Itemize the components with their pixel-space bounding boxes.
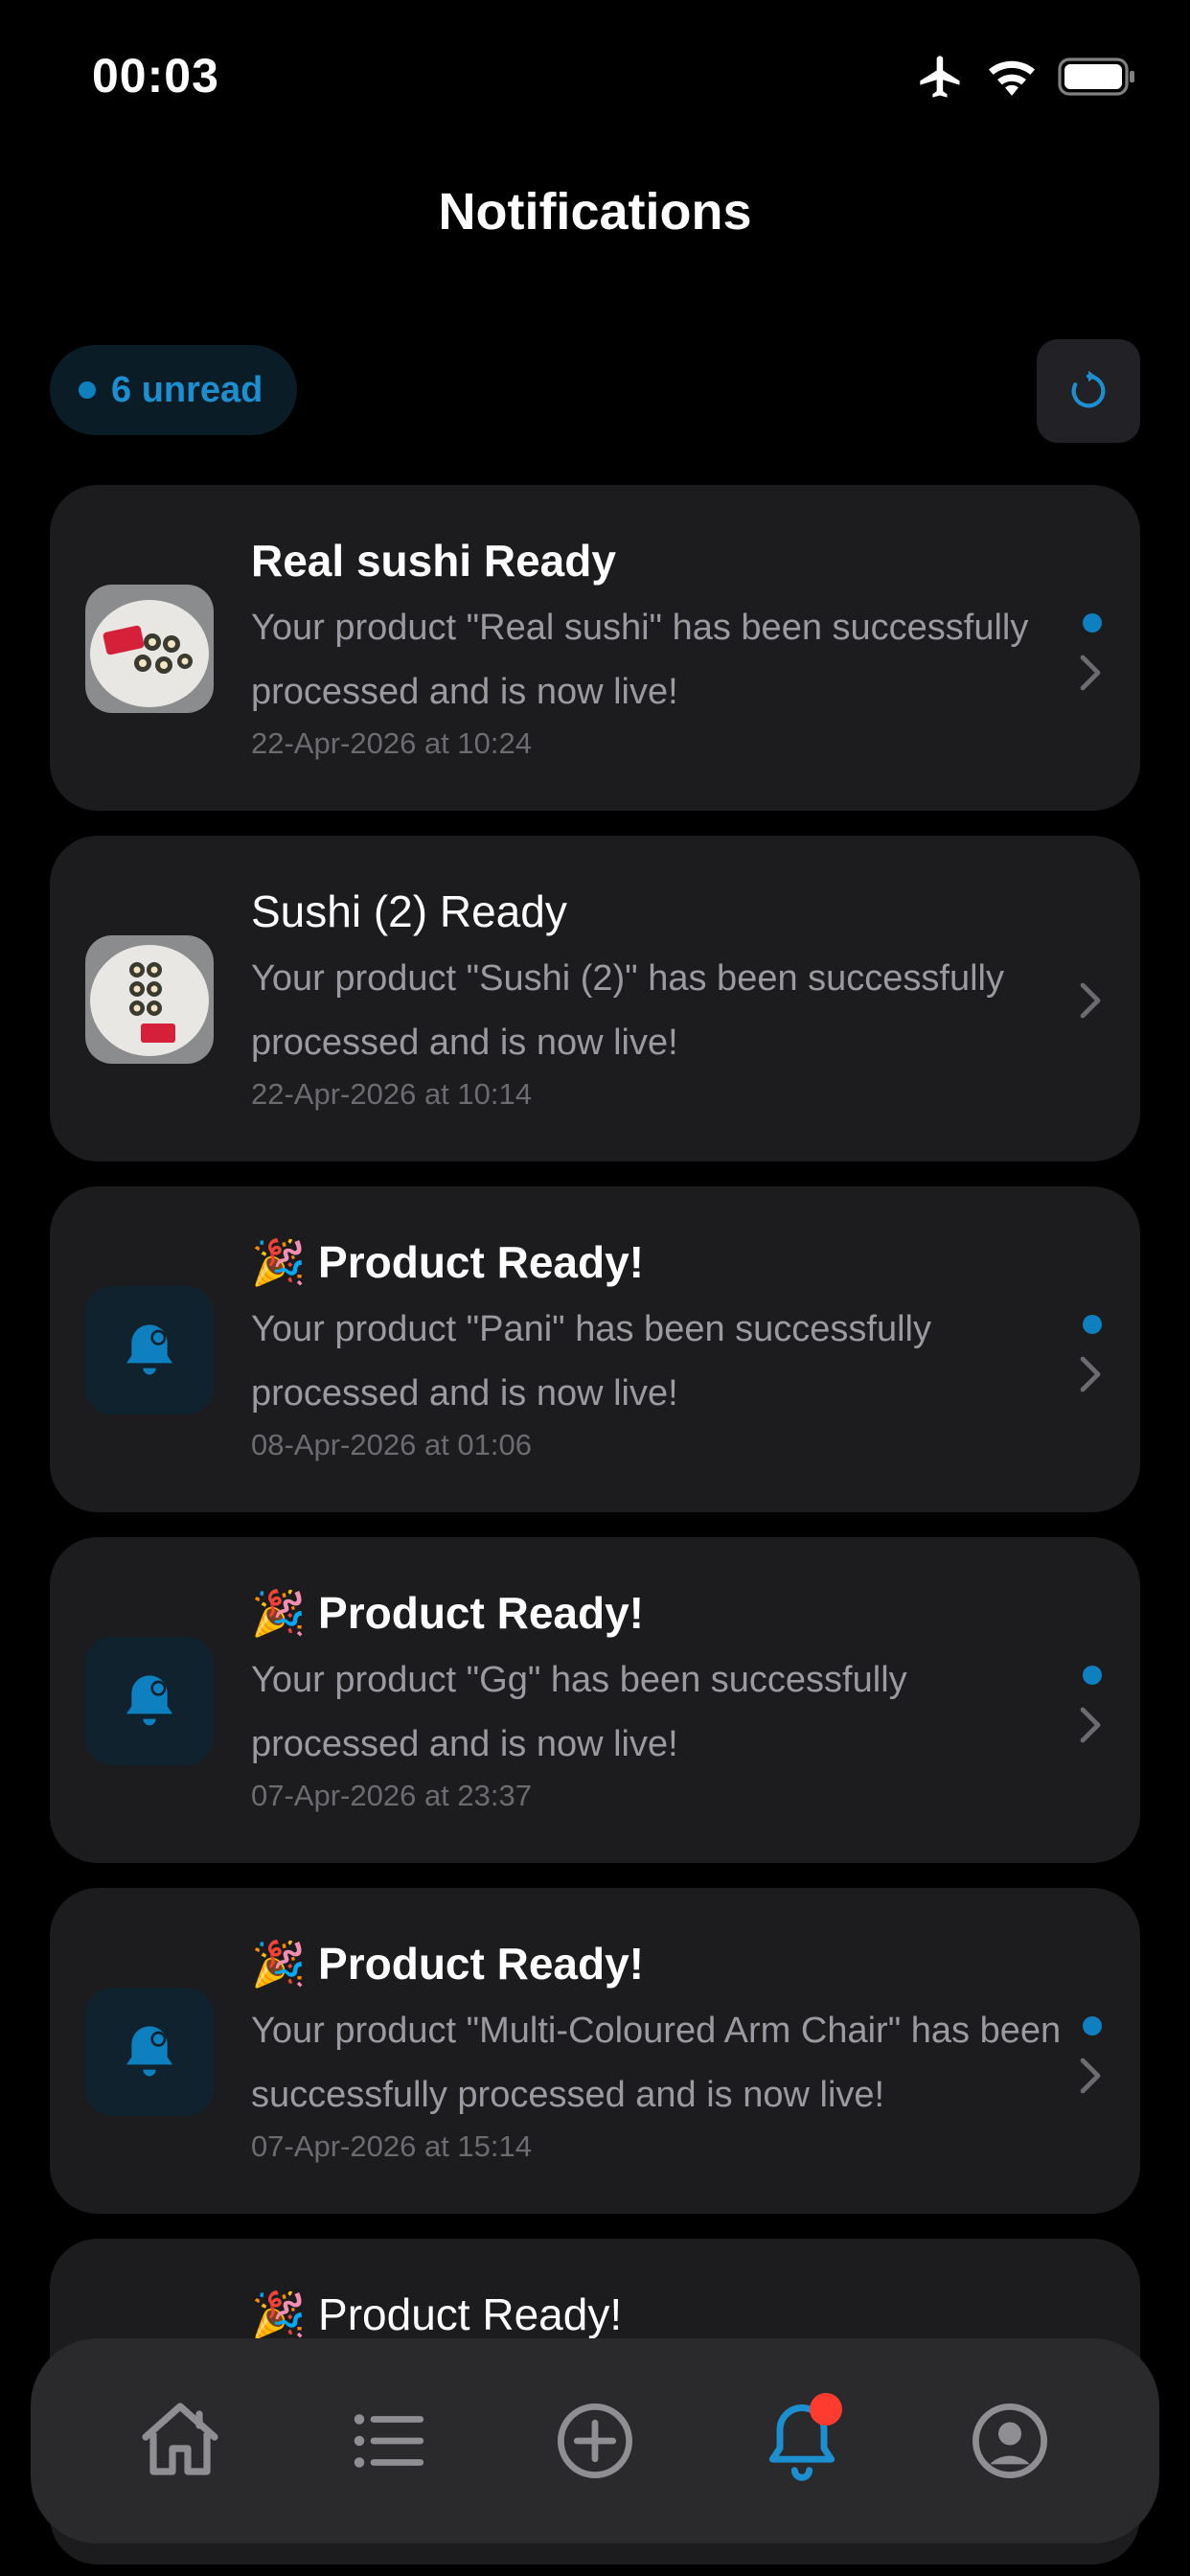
unread-count-label: 6 unread: [111, 369, 263, 410]
status-icons: [916, 48, 1136, 105]
notification-card[interactable]: Real sushi Ready Your product "Real sush…: [50, 485, 1140, 811]
chevron-right-icon: [1080, 982, 1101, 1019]
wifi-icon: [988, 60, 1036, 96]
home-icon: [142, 2403, 218, 2475]
notification-date: 22-Apr-2026 at 10:14: [251, 1077, 532, 1111]
chevron-right-icon: [1080, 655, 1101, 691]
airplane-icon: [920, 56, 960, 98]
refresh-button[interactable]: [1037, 339, 1140, 443]
notification-title: Real sushi Ready: [251, 536, 616, 586]
bell-icon: [126, 1324, 172, 1375]
product-thumbnail: [85, 585, 214, 713]
profile-icon: [972, 2404, 1047, 2478]
battery-icon: [1058, 58, 1134, 96]
unread-indicator: [1083, 2016, 1102, 2036]
chevron-right-icon: [1080, 1707, 1101, 1743]
status-time: 00:03: [92, 49, 219, 103]
bell-icon: [126, 2026, 172, 2077]
notification-type-icon: [85, 1286, 214, 1414]
tab-add[interactable]: [538, 2383, 652, 2498]
notification-date: 22-Apr-2026 at 10:24: [251, 726, 532, 760]
notification-body: Your product "Gg" has been successfully …: [251, 1660, 907, 1764]
notification-title: Sushi (2) Ready: [251, 886, 567, 936]
notification-date: 08-Apr-2026 at 01:06: [251, 1428, 532, 1461]
tab-notifications[interactable]: [744, 2383, 859, 2498]
tab-home[interactable]: [123, 2383, 238, 2498]
tab-profile[interactable]: [952, 2383, 1067, 2498]
notification-card[interactable]: 🎉 Product Ready! Your product "Pani" has…: [50, 1186, 1140, 1512]
bell-icon: [126, 1675, 172, 1726]
status-bar: 00:03: [0, 0, 1190, 153]
unread-count-badge: 6 unread: [50, 345, 298, 435]
notification-card[interactable]: Sushi (2) Ready Your product "Sushi (2)"…: [50, 836, 1140, 1162]
notification-title: 🎉 Product Ready!: [251, 1588, 645, 1638]
unread-indicator: [1083, 613, 1102, 632]
notification-body: Your product "Sushi (2)" has been succes…: [251, 958, 1004, 1063]
add-circle-icon: [557, 2404, 632, 2478]
unread-indicator: [1083, 1666, 1102, 1685]
notification-card[interactable]: 🎉 Product Ready! Your product "Multi-Col…: [50, 1888, 1140, 2214]
tab-bar: [31, 2338, 1159, 2543]
notification-card[interactable]: 🎉 Product Ready! Your product "Gg" has b…: [50, 1537, 1140, 1863]
notification-title: 🎉 Product Ready!: [251, 1939, 645, 1989]
notification-title: 🎉 Product Ready!: [251, 1237, 645, 1287]
notification-body: Your product "Pani" has been successfull…: [251, 1309, 931, 1414]
unread-dot: [79, 381, 96, 399]
notification-body: Your product "Real sushi" has been succe…: [251, 608, 1029, 712]
notification-body: Your product "Multi-Coloured Arm Chair" …: [251, 2011, 1062, 2115]
notification-date: 07-Apr-2026 at 23:37: [251, 1779, 532, 1812]
product-thumbnail: [85, 935, 214, 1064]
notification-date: 07-Apr-2026 at 15:14: [251, 2129, 532, 2163]
tab-list[interactable]: [331, 2383, 446, 2498]
notification-type-icon: [85, 1637, 214, 1765]
list-icon: [354, 2414, 423, 2468]
unread-indicator: [1083, 1315, 1102, 1334]
notification-type-icon: [85, 1988, 214, 2116]
chevron-right-icon: [1080, 1356, 1101, 1392]
notification-title: 🎉 Product Ready!: [251, 2289, 623, 2339]
chevron-right-icon: [1080, 2058, 1101, 2094]
refresh-icon: [1071, 370, 1106, 408]
page-title: Notifications: [438, 183, 752, 241]
